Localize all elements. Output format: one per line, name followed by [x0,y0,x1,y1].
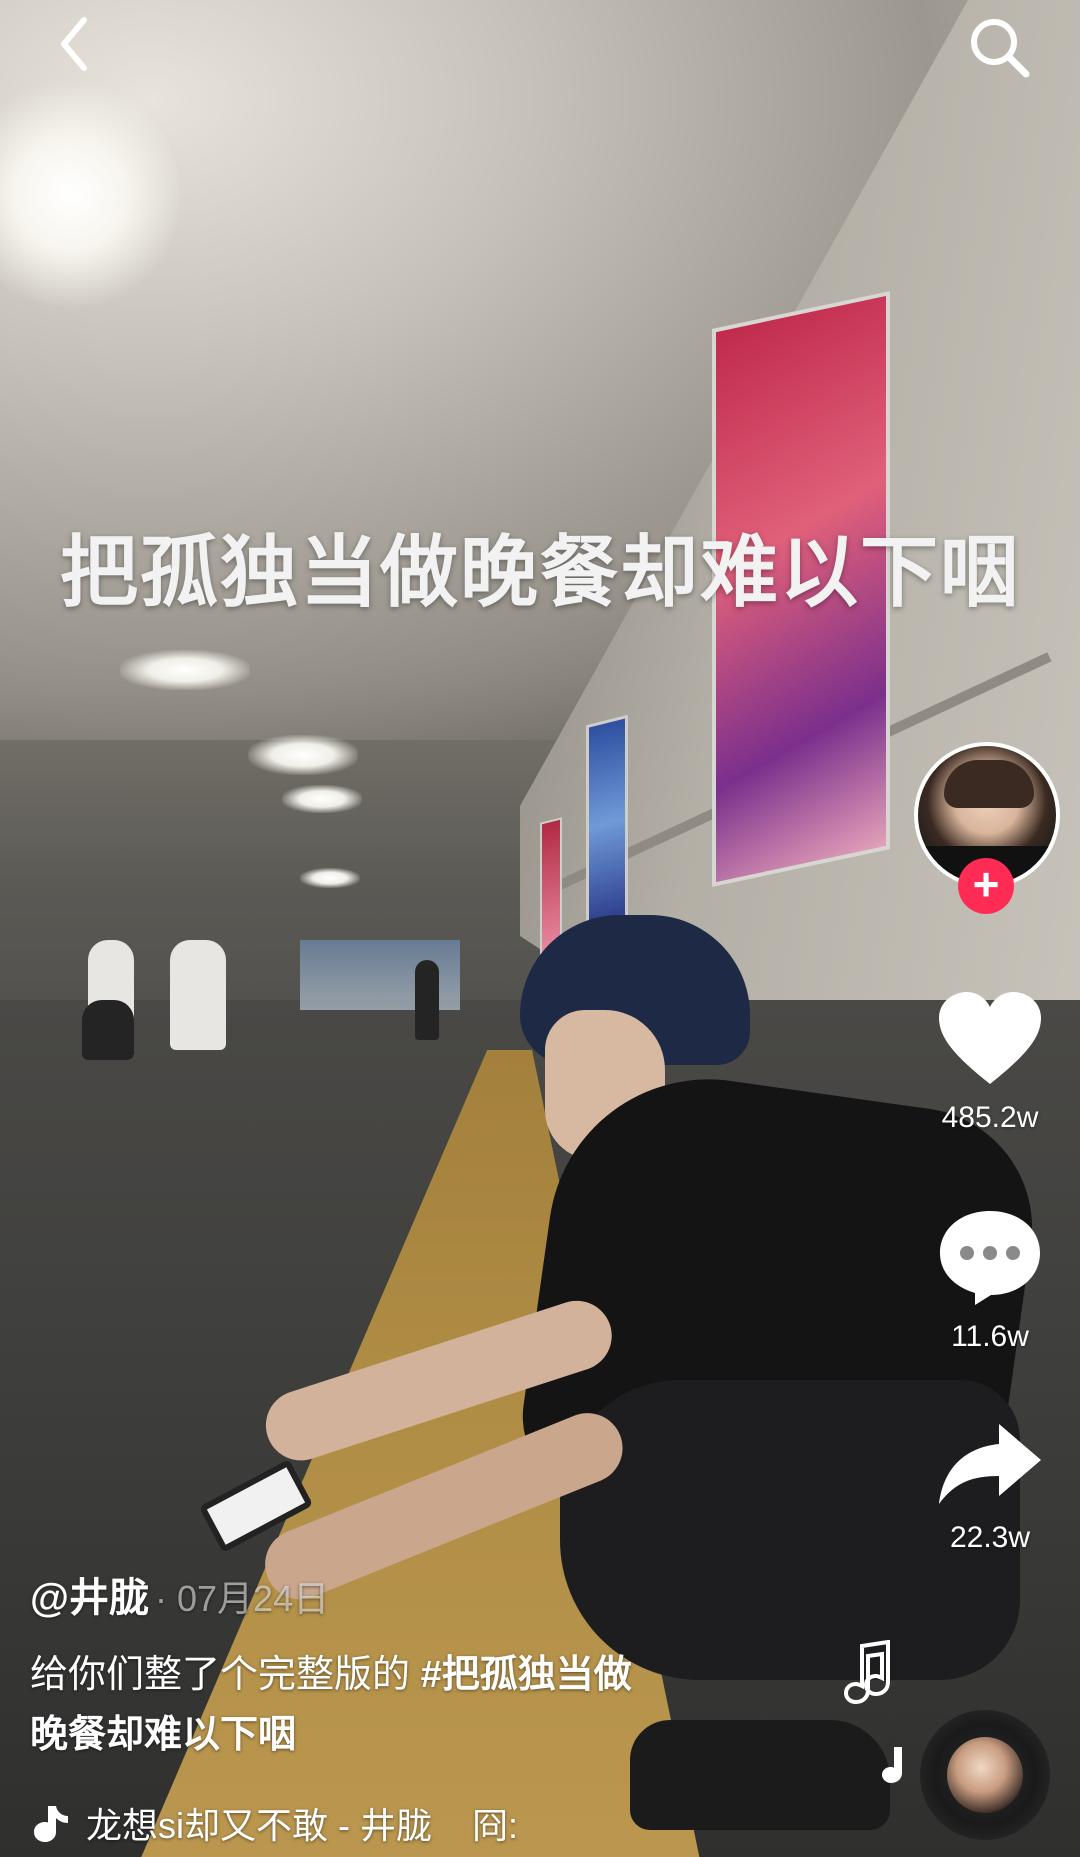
floating-note-icon [843,1640,890,1704]
post-date: · 07月24日 [155,1578,330,1619]
post-caption: @井胧 · 07月24日 给你们整了个完整版的 #把孤独当做 晚餐却难以下咽 [30,1565,790,1765]
comment-count: 11.6w [951,1320,1029,1353]
author-line: @井胧 · 07月24日 [30,1565,790,1623]
avatar-hair [944,760,1034,808]
caption-text: 给你们整了个完整版的 [30,1654,421,1696]
share-count: 22.3w [949,1521,1031,1554]
like-button[interactable]: 485.2w [920,990,1060,1135]
music-note-icon [34,1806,68,1842]
pedestrian [415,960,439,1040]
chevron-left-icon [61,17,87,71]
music-info[interactable]: 龙想si却又不敢 - 井胧 冏: [30,1798,750,1848]
ceiling-tube-light [248,735,358,775]
floating-note-icon [882,1747,902,1783]
pedestrian [82,1000,134,1060]
like-count: 485.2w [941,1101,1039,1134]
caption-description: 给你们整了个完整版的 #把孤独当做 晚餐却难以下咽 [30,1645,790,1765]
music-disc[interactable] [920,1710,1050,1840]
comment-button[interactable]: 11.6w [920,1205,1060,1354]
follow-button[interactable]: + [958,858,1014,914]
search-icon [971,19,1030,78]
share-arrow-icon [939,1424,1041,1504]
hashtag-link-continued[interactable]: 晚餐却难以下咽 [30,1714,296,1756]
comment-icon [940,1211,1040,1305]
heart-icon [939,992,1041,1084]
ceiling-tube-light [120,650,250,690]
video-overlay-text: 把孤独当做晚餐却难以下咽 [59,528,1020,616]
search-button[interactable] [960,6,1040,86]
music-extra: 冏: [472,1805,519,1846]
music-title: 龙想si却又不敢 - 井胧 [86,1805,432,1846]
back-button[interactable] [46,8,116,78]
ceiling-tube-light [300,868,360,888]
author-name[interactable]: @井胧 [30,1576,149,1620]
share-button[interactable]: 22.3w [920,1420,1060,1555]
pedestrian [170,940,226,1050]
hashtag-link[interactable]: #把孤独当做 [421,1654,632,1696]
ceiling-tube-light [282,785,362,813]
music-disc-cover [947,1737,1023,1813]
author-avatar-group: + [914,742,1060,914]
wall-poster [586,714,628,932]
